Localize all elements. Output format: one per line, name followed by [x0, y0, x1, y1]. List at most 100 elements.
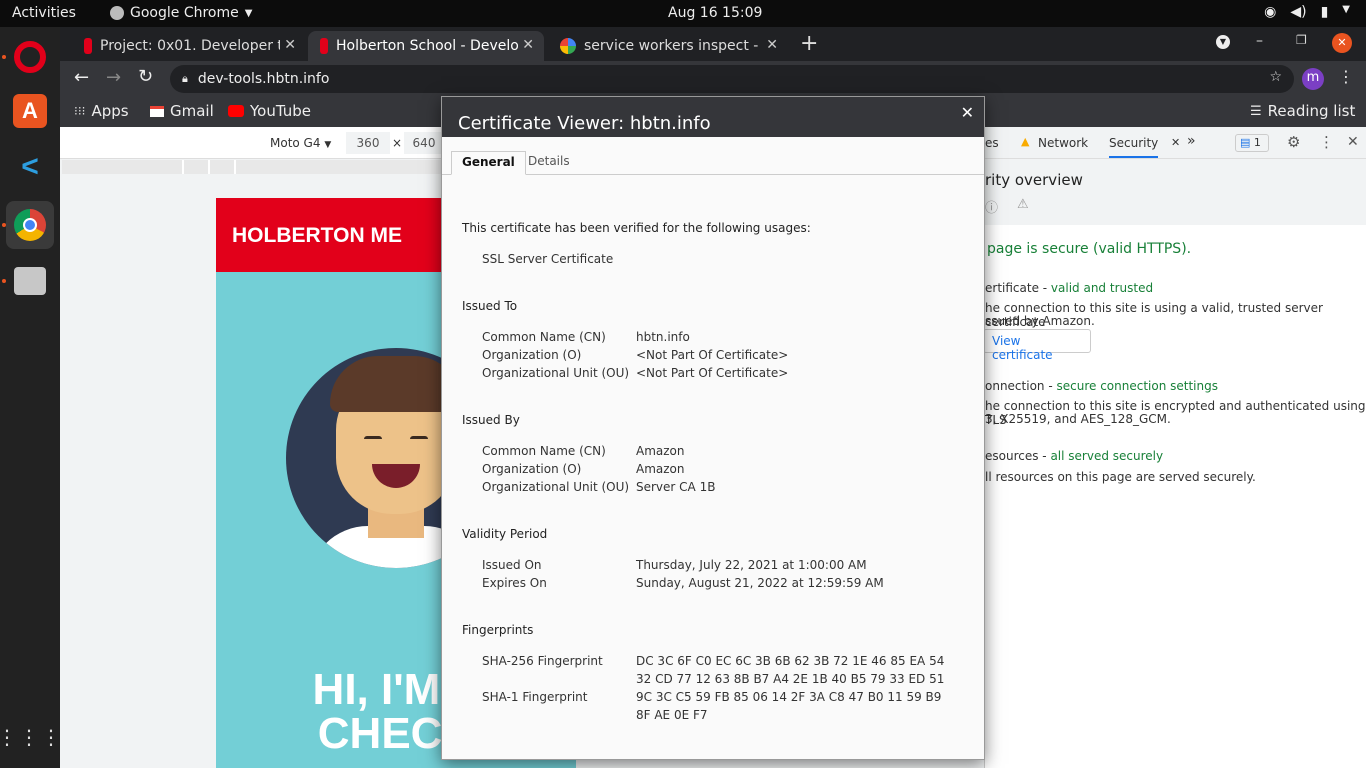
tab-general[interactable]: General — [451, 151, 526, 175]
tab-service-workers[interactable]: service workers inspect - C ✕ — [548, 31, 788, 61]
close-dialog-icon[interactable]: ✕ — [961, 103, 974, 122]
new-tab-button[interactable]: + — [800, 31, 818, 56]
browser-toolbar: ← → ↻ 🔒︎ dev-tools.hbtn.info ☆ m ⋮ — [60, 61, 1366, 97]
system-top-bar: Activities Google Chrome ▼ Aug 16 15:09 … — [0, 0, 1366, 27]
bookmark-label: Apps — [91, 102, 129, 120]
field-value: <Not Part Of Certificate> — [636, 348, 789, 362]
profile-avatar[interactable]: m — [1302, 68, 1324, 90]
field-label: Organizational Unit (OU) — [482, 366, 630, 380]
field-label: SHA-256 Fingerprint — [482, 654, 603, 668]
app-menu-label: Google Chrome — [130, 5, 239, 21]
sha1-value: 8F AE 0E F7 — [636, 708, 708, 722]
warning-icon: ▲ — [1021, 135, 1030, 148]
res-status: all served securely — [1050, 449, 1164, 463]
battery-icon: ▮ — [1320, 4, 1329, 20]
close-window-button[interactable]: ✕ — [1332, 33, 1352, 53]
tab-search-icon[interactable]: ▼ — [1216, 35, 1230, 49]
tab-title: Holberton School - Develo — [336, 38, 519, 54]
back-button[interactable]: ← — [74, 67, 89, 88]
device-height-input[interactable]: 640 — [404, 132, 444, 154]
caret-down-icon: ▼ — [244, 7, 253, 19]
app-menu[interactable]: Google Chrome ▼ — [110, 5, 252, 21]
issues-counter[interactable]: ▤ 1 — [1235, 134, 1269, 152]
dock: A < ⋮⋮⋮ — [0, 27, 61, 768]
secure-message: page is secure (valid HTTPS). — [987, 241, 1192, 257]
issues-count: 1 — [1253, 136, 1261, 149]
omnibox[interactable]: 🔒︎ dev-tools.hbtn.info ☆ — [170, 65, 1294, 93]
res-desc: ll resources on this page are served sec… — [985, 470, 1256, 484]
minimize-button[interactable]: – — [1256, 33, 1263, 49]
caret-down-icon: ▼ — [1342, 4, 1350, 15]
sha1-value: 9C 3C C5 59 FB 85 06 14 2F 3A C8 47 B0 1… — [636, 690, 942, 704]
close-tab-icon[interactable]: ✕ — [280, 37, 296, 53]
field-label: SHA-1 Fingerprint — [482, 690, 588, 704]
res-label: esources - — [985, 449, 1051, 463]
maximize-button[interactable]: ❐ — [1296, 33, 1307, 47]
bookmark-label: Gmail — [170, 102, 214, 120]
security-summary: page is secure (valid HTTPS). ertificate… — [983, 225, 1366, 515]
bookmark-apps[interactable]: ⁝⁝⁝ Apps — [74, 102, 129, 120]
dialog-tabs: General Details — [442, 137, 984, 175]
device-width-input[interactable]: 360 — [346, 132, 390, 154]
clock[interactable]: Aug 16 15:09 — [668, 5, 762, 21]
dialog-title: Certificate Viewer: hbtn.info — [458, 113, 711, 134]
cert-label: ertificate - — [985, 281, 1051, 295]
files-icon[interactable] — [6, 257, 54, 305]
chrome-dock-icon[interactable] — [6, 201, 54, 249]
chrome-icon — [110, 6, 124, 20]
close-tab-icon[interactable]: ✕ — [518, 37, 534, 53]
devtools-menu-icon[interactable]: ⋮ — [1319, 133, 1334, 151]
show-apps-icon[interactable]: ⋮⋮⋮ — [0, 713, 61, 761]
chrome-menu-icon[interactable]: ⋮ — [1338, 67, 1354, 86]
issued-by-heading: Issued By — [462, 413, 520, 427]
lock-icon: 🔒︎ — [182, 72, 188, 85]
connection-row: onnection - secure connection settings — [985, 379, 1218, 393]
view-certificate-button[interactable]: View certificate — [983, 329, 1091, 362]
verified-text: This certificate has been verified for t… — [462, 221, 811, 235]
bookmark-gmail[interactable]: Gmail — [150, 102, 214, 120]
opera-icon[interactable] — [6, 33, 54, 81]
activities-button[interactable]: Activities — [12, 5, 76, 21]
close-tab-icon[interactable]: ✕ — [1171, 136, 1180, 149]
bookmark-youtube[interactable]: YouTube — [228, 102, 311, 120]
conn-label: onnection - — [985, 379, 1057, 393]
bookmark-star-icon[interactable]: ☆ — [1269, 69, 1282, 85]
close-tab-icon[interactable]: ✕ — [762, 37, 778, 53]
resources-row: esources - all served securely — [985, 449, 1163, 463]
tab-security[interactable]: Security — [1109, 136, 1159, 158]
tab-project[interactable]: Project: 0x01. Developer t ✕ — [72, 31, 306, 61]
field-label: Common Name (CN) — [482, 444, 606, 458]
field-value: Amazon — [636, 444, 685, 458]
field-value: Amazon — [636, 462, 685, 476]
settings-gear-icon[interactable]: ⚙ — [1287, 133, 1300, 151]
forward-button[interactable]: → — [106, 67, 121, 88]
tab-title: service workers inspect - C — [584, 38, 773, 54]
gmail-icon — [150, 105, 164, 117]
reading-list[interactable]: ☰ Reading list — [1250, 102, 1355, 120]
conn-desc: 3, X25519, and AES_128_GCM. — [985, 412, 1171, 426]
software-center-icon[interactable]: A — [6, 87, 54, 135]
apps-grid-icon: ⁝⁝⁝ — [74, 104, 86, 118]
reload-button[interactable]: ↻ — [138, 66, 153, 87]
system-tray[interactable]: ◉ ◀) ▮ ▼ — [1264, 4, 1350, 20]
vscode-icon[interactable]: < — [6, 143, 54, 191]
bookmark-label: YouTube — [250, 102, 311, 120]
validity-heading: Validity Period — [462, 527, 548, 541]
tab-details[interactable]: Details — [518, 151, 580, 175]
device-select[interactable]: Moto G4 ▼ — [270, 136, 331, 150]
wifi-icon: ◉ — [1264, 4, 1277, 20]
field-label: Organization (O) — [482, 462, 582, 476]
volume-icon: ◀) — [1290, 4, 1307, 20]
field-label: Expires On — [482, 576, 547, 590]
google-favicon-icon — [560, 38, 576, 54]
close-devtools-icon[interactable]: ✕ — [1347, 134, 1359, 150]
tab-partial[interactable]: es — [985, 136, 999, 150]
holberton-favicon-icon — [84, 38, 92, 54]
more-tabs-icon[interactable]: » — [1187, 133, 1196, 149]
field-label: Organization (O) — [482, 348, 582, 362]
issues-icon: ▤ — [1240, 136, 1251, 149]
usage-value: SSL Server Certificate — [482, 252, 614, 266]
tab-holberton[interactable]: Holberton School - Develo ✕ — [308, 31, 544, 61]
site-header-title: HOLBERTON ME — [232, 224, 402, 247]
tab-network[interactable]: Network — [1038, 136, 1088, 150]
